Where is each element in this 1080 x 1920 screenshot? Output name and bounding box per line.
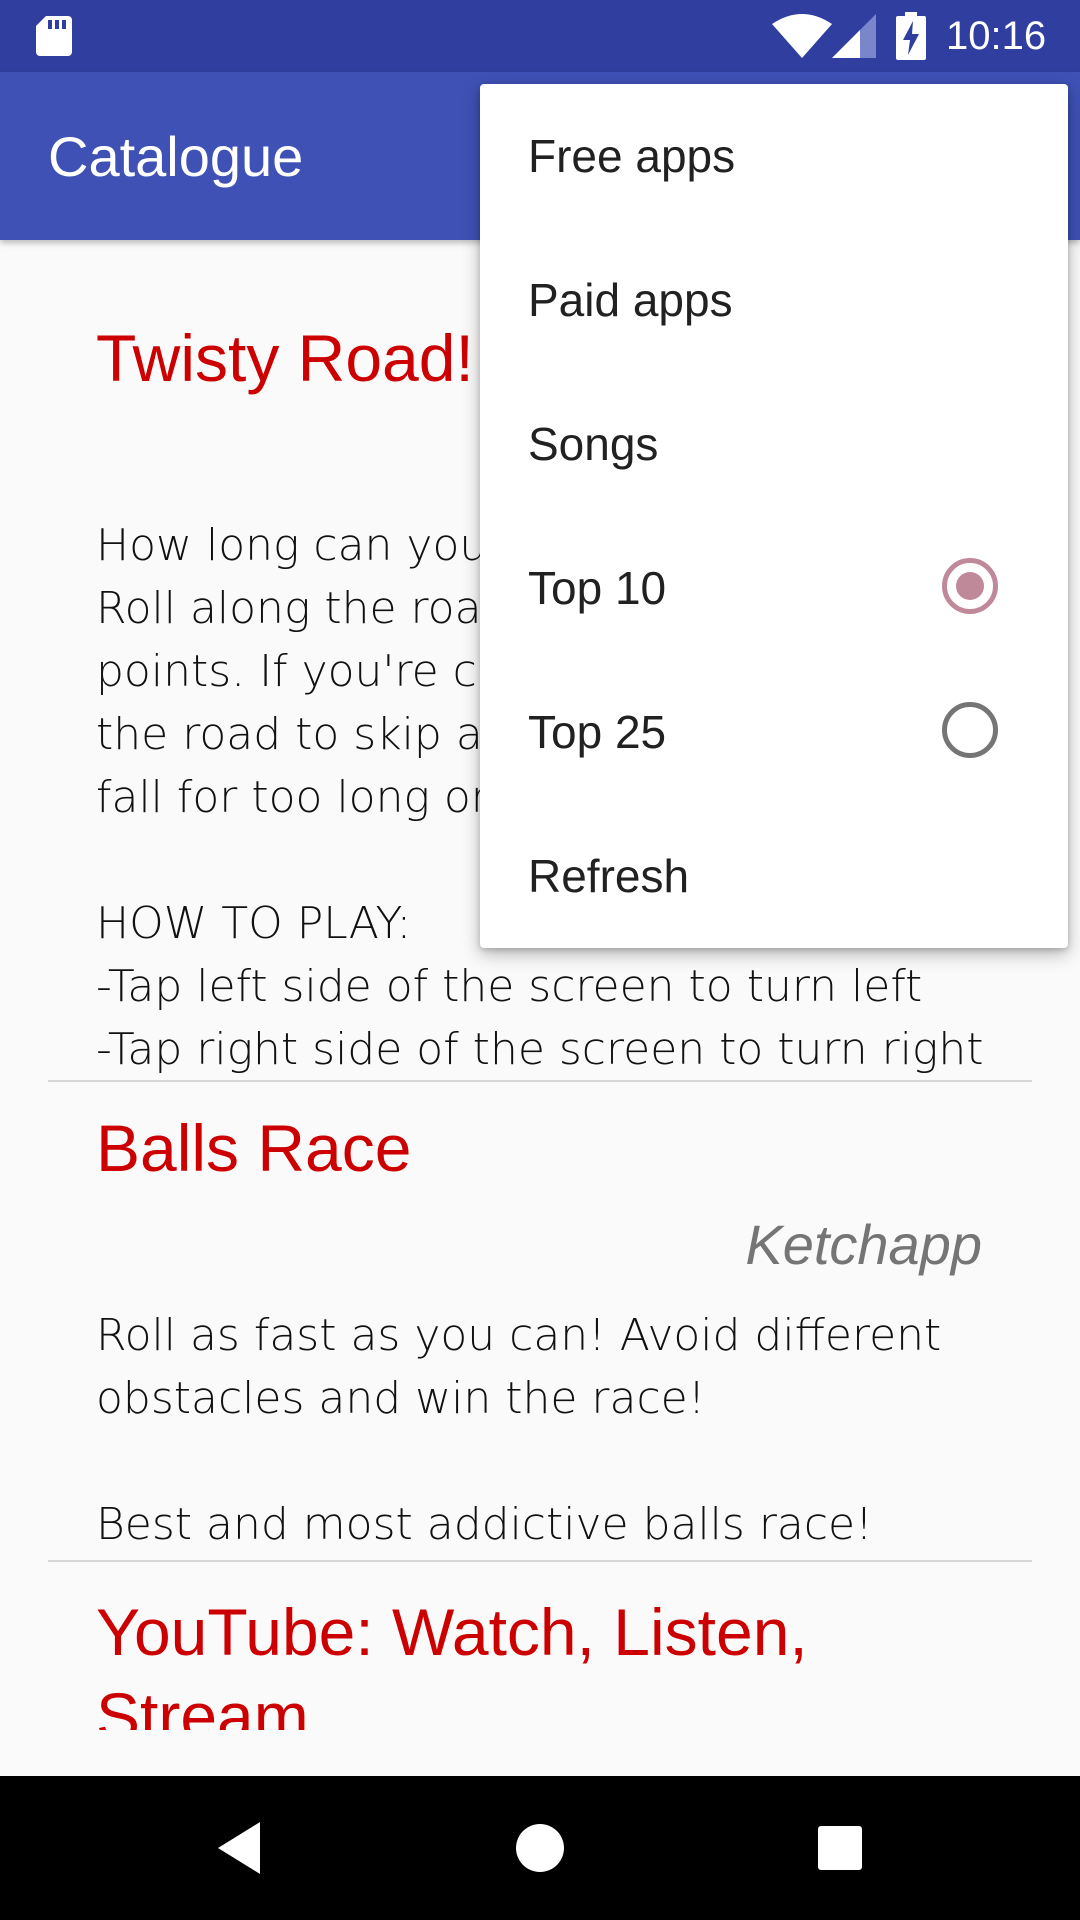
overflow-menu: Free apps Paid apps Songs Top 10 Top 25 …: [480, 84, 1068, 948]
menu-item-refresh[interactable]: Refresh: [480, 804, 1068, 948]
menu-item-label: Refresh: [528, 850, 690, 902]
list-item[interactable]: YouTube: Watch, Listen, Stream: [48, 1562, 1032, 1730]
status-bar: 10:16: [0, 0, 1080, 72]
wifi-icon: [772, 14, 832, 58]
cell-signal-icon: [832, 14, 876, 58]
status-time: 10:16: [946, 14, 1047, 58]
back-icon[interactable]: [208, 1816, 272, 1880]
menu-item-top-25[interactable]: Top 25: [480, 660, 1068, 804]
entry-title: YouTube: Watch, Listen, Stream: [96, 1595, 808, 1730]
app-title: Catalogue: [48, 125, 304, 188]
entry-description: Roll as fast as you can! Avoid different…: [96, 1310, 942, 1550]
navigation-bar: [0, 1776, 1080, 1920]
entry-developer: Ketchapp: [745, 1213, 982, 1276]
menu-item-paid-apps[interactable]: Paid apps: [480, 228, 1068, 372]
radio-unchecked-icon[interactable]: [942, 702, 998, 758]
radio-checked-icon[interactable]: [942, 558, 998, 614]
recents-icon[interactable]: [808, 1816, 872, 1880]
menu-item-free-apps[interactable]: Free apps: [480, 84, 1068, 228]
menu-item-label: Top 10: [528, 562, 667, 614]
list-item[interactable]: Balls Race Ketchapp Roll as fast as you …: [48, 1082, 1032, 1562]
menu-item-label: Songs: [528, 418, 659, 470]
entry-title: Balls Race: [96, 1111, 412, 1185]
menu-item-label: Free apps: [528, 130, 736, 182]
home-icon[interactable]: [508, 1816, 572, 1880]
entry-title: Twisty Road!: [96, 321, 474, 395]
menu-item-top-10[interactable]: Top 10: [480, 516, 1068, 660]
menu-item-songs[interactable]: Songs: [480, 372, 1068, 516]
menu-item-label: Top 25: [528, 706, 667, 758]
sd-card-icon: [36, 16, 72, 56]
menu-item-label: Paid apps: [528, 274, 733, 326]
battery-charging-icon: [896, 12, 926, 60]
